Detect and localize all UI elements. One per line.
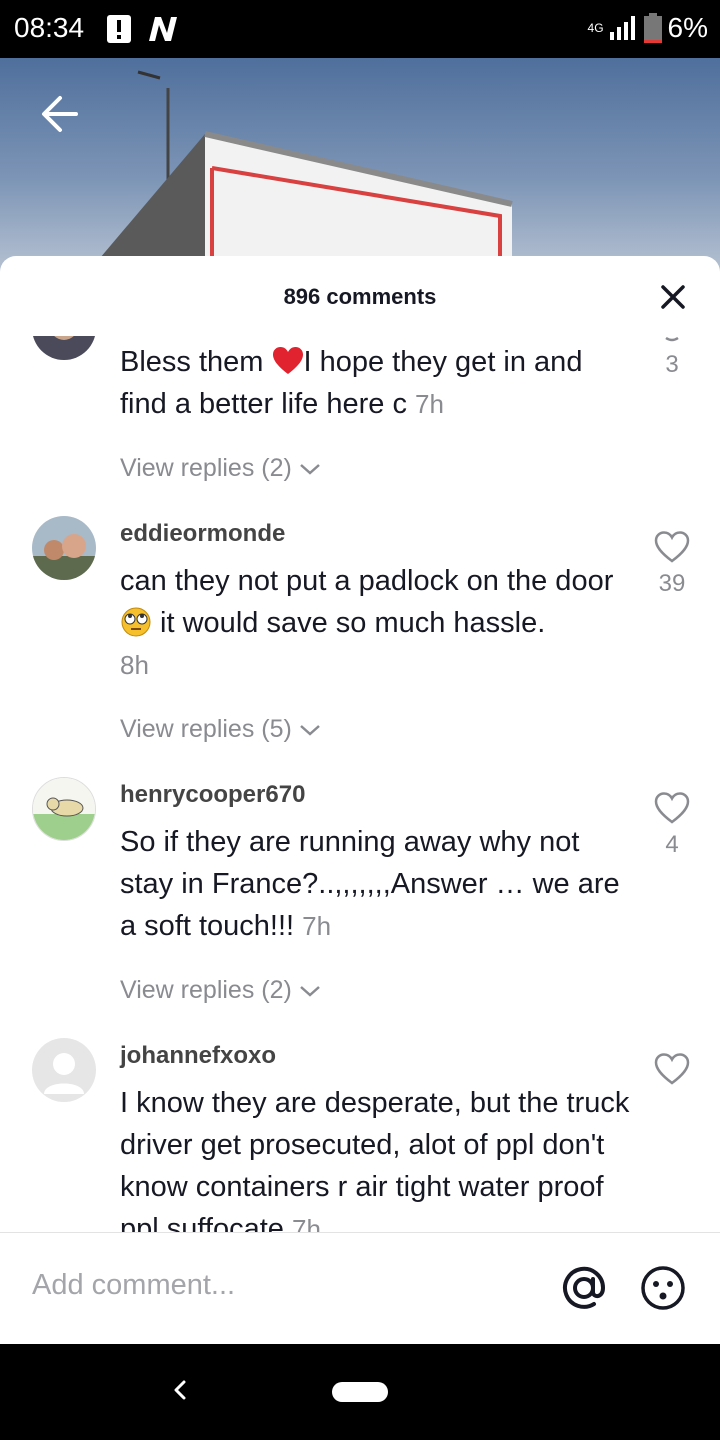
heart-icon[interactable] [654, 1052, 690, 1086]
status-time: 08:34 [14, 12, 85, 43]
battery-icon [643, 13, 662, 43]
view-replies-button[interactable]: View replies (5) [120, 715, 321, 744]
system-nav-bar [0, 1344, 720, 1440]
comment-time: 8h [120, 650, 149, 680]
network-type: 4G [587, 21, 604, 35]
view-replies-button[interactable]: View replies (2) [120, 976, 321, 1005]
mention-at-icon[interactable] [561, 1265, 607, 1311]
chevron-down-icon [299, 986, 320, 997]
commenter-avatar[interactable] [32, 336, 96, 360]
commenter-avatar[interactable] [32, 516, 96, 580]
nav-back-icon[interactable] [168, 1376, 192, 1404]
comment-text: can they not put a padlock on the door i… [120, 565, 614, 680]
close-icon[interactable] [658, 282, 688, 312]
signal-icon [609, 16, 635, 40]
battery-percent: 6% [667, 12, 708, 43]
divider [0, 1232, 720, 1233]
heart-icon[interactable] [654, 530, 690, 564]
heart-icon[interactable] [654, 791, 690, 825]
eye-roll-emoji-icon [121, 607, 151, 637]
comment-time: 7h [302, 911, 332, 941]
video-background [0, 58, 720, 278]
like-count: 4 [665, 831, 679, 858]
comment-time: 7h [415, 389, 444, 419]
comment-text: So if they are running away why not stay… [120, 826, 620, 942]
red-heart-emoji-icon [272, 347, 303, 374]
commenter-avatar[interactable] [32, 1038, 96, 1102]
alert-notification-icon [107, 15, 131, 43]
commenter-avatar[interactable] [32, 777, 96, 841]
like-count: 3 [665, 351, 679, 378]
comment-time: 7h [291, 1214, 321, 1232]
comments-sheet: 896 comments Bless them I hope they get … [0, 256, 720, 1344]
heart-icon[interactable] [664, 336, 680, 344]
like-count: 39 [658, 570, 686, 597]
back-arrow-icon[interactable] [36, 88, 88, 140]
comment-username[interactable]: eddieormonde [120, 520, 285, 548]
nav-home-pill[interactable] [332, 1382, 388, 1402]
comment-username[interactable]: henrycooper670 [120, 781, 305, 809]
comment-text: I know they are desperate, but the truck… [120, 1082, 635, 1232]
chevron-down-icon [299, 725, 320, 736]
comment-text: Bless them I hope they get in and find a… [120, 346, 583, 420]
status-bar: 08:34 4G 6% [0, 0, 720, 58]
view-replies-button[interactable]: View replies (2) [120, 454, 321, 483]
comment-list[interactable]: Bless them I hope they get in and find a… [0, 336, 720, 1232]
comments-count-title: 896 comments [283, 284, 437, 309]
truck-image [100, 70, 513, 278]
comment-username[interactable]: johannefxoxo [120, 1042, 276, 1070]
add-comment-input[interactable]: Add comment... [32, 1269, 235, 1302]
chevron-down-icon [299, 464, 320, 475]
emoji-icon[interactable] [640, 1265, 686, 1311]
n-app-notification-icon [149, 17, 177, 41]
